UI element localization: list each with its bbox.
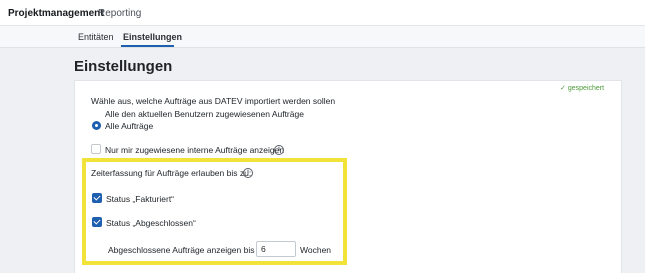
saved-status: ✓ gespeichert bbox=[560, 84, 604, 92]
saved-status-text: gespeichert bbox=[567, 85, 605, 92]
internal-orders-checkbox[interactable] bbox=[91, 144, 101, 154]
info-icon[interactable]: i bbox=[274, 145, 284, 155]
import-heading: Wähle aus, welche Aufträge aus DATEV imp… bbox=[91, 96, 336, 106]
highlight-frame bbox=[82, 158, 347, 265]
radio-all-orders-label: Alle Aufträge bbox=[105, 121, 154, 131]
check-icon: ✓ bbox=[560, 85, 566, 92]
nav-projektmanagement[interactable]: Projektmanagement bbox=[8, 8, 104, 19]
top-navigation: Projektmanagement Reporting bbox=[0, 0, 645, 26]
sub-navigation: Entitäten Einstellungen bbox=[0, 26, 645, 48]
page-title: Einstellungen bbox=[74, 58, 173, 75]
nav-reporting[interactable]: Reporting bbox=[98, 8, 141, 19]
radio-all-orders[interactable] bbox=[92, 121, 101, 130]
radio-assigned-orders-label: Alle den aktuellen Benutzern zugewiesene… bbox=[105, 109, 304, 119]
tab-entitaeten[interactable]: Entitäten bbox=[78, 32, 114, 42]
internal-orders-label: Nur mir zugewiesene interne Aufträge anz… bbox=[105, 145, 285, 155]
active-tab-indicator bbox=[121, 45, 174, 47]
tab-einstellungen[interactable]: Einstellungen bbox=[123, 32, 182, 42]
radio-assigned-orders[interactable] bbox=[92, 109, 101, 118]
